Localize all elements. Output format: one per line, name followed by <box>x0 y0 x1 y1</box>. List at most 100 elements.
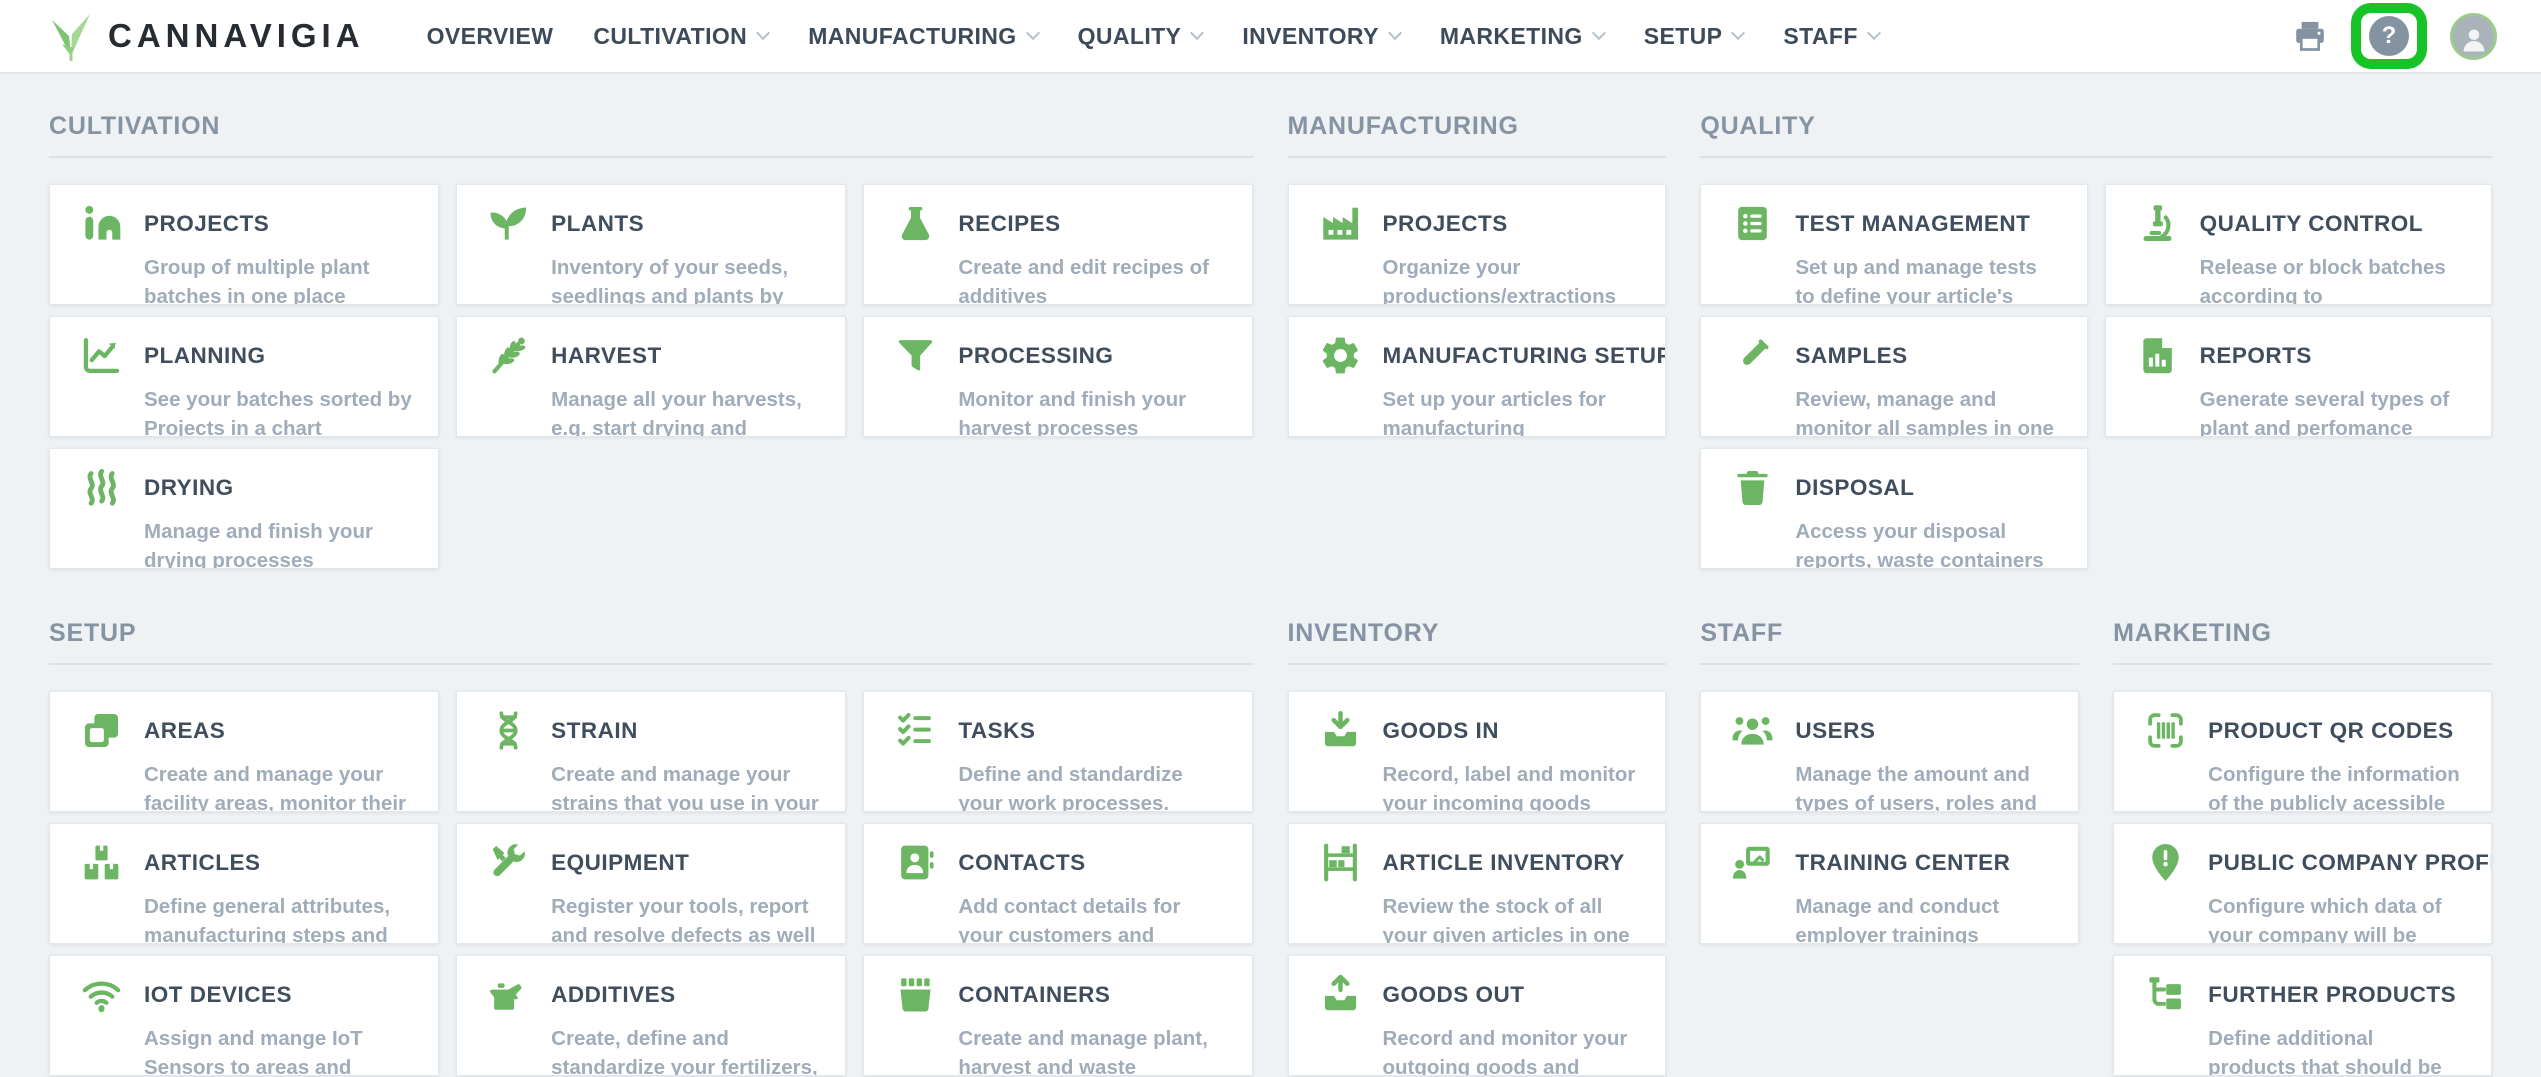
section-title: INVENTORY <box>1288 619 1667 665</box>
band-bottom: SETUP AREAS Create and manage your facil… <box>49 619 2492 1076</box>
card-product-qr-codes[interactable]: PRODUCT QR CODES Configure the informati… <box>2113 691 2492 812</box>
card-title: ARTICLES <box>144 850 261 876</box>
card-harvest[interactable]: HARVEST Manage all your harvests, e.g. s… <box>456 316 846 437</box>
card-public-company-profile[interactable]: PUBLIC COMPANY PROFILE Configure which d… <box>2113 823 2492 944</box>
map-marker-alert-icon <box>2144 841 2187 884</box>
section-cards: AREAS Create and manage your facility ar… <box>49 691 1254 1076</box>
help-icon[interactable]: ? <box>2369 16 2409 56</box>
card-description: Manage the amount and types of users, ro… <box>1795 760 2052 812</box>
card-title: HARVEST <box>551 343 662 369</box>
nav-staff[interactable]: STAFF <box>1783 23 1878 50</box>
card-areas[interactable]: AREAS Create and manage your facility ar… <box>49 691 439 812</box>
card-description: Create and manage your facility areas, m… <box>144 760 412 812</box>
oil-can-icon <box>487 973 530 1016</box>
dna-icon <box>487 709 530 752</box>
section-title: SETUP <box>49 619 1254 665</box>
card-further-products[interactable]: FURTHER PRODUCTS Define additional produ… <box>2113 955 2492 1076</box>
card-title: TEST MANAGEMENT <box>1795 211 2030 237</box>
card-manufacturing-projects[interactable]: PROJECTS Organize your productions/extra… <box>1288 184 1667 305</box>
boxes-icon <box>80 841 123 884</box>
section-cultivation: CULTIVATION PROJECTS Group of multiple p… <box>49 112 1254 569</box>
person-icon <box>2457 22 2491 56</box>
section-staff: STAFF USERS Manage the amount and types … <box>1700 619 2079 1076</box>
nav-marketing[interactable]: MARKETING <box>1440 23 1604 50</box>
microscope-icon <box>2136 202 2179 245</box>
nav-quality-label: QUALITY <box>1078 23 1182 50</box>
printer-icon[interactable] <box>2292 18 2328 54</box>
nav-marketing-label: MARKETING <box>1440 23 1583 50</box>
card-title: TRAINING CENTER <box>1795 850 2010 876</box>
card-description: Access your disposal reports, waste cont… <box>1795 517 2060 569</box>
navbar-actions: ? <box>2292 3 2497 69</box>
card-iot-devices[interactable]: IOT DEVICES Assign and mange IoT Sensors… <box>49 955 439 1076</box>
card-equipment[interactable]: EQUIPMENT Register your tools, report an… <box>456 823 846 944</box>
nav-manufacturing[interactable]: MANUFACTURING <box>808 23 1037 50</box>
card-description: Create, define and standardize your fert… <box>551 1024 819 1076</box>
section-marketing: MARKETING PRODUCT QR CODES Configure the… <box>2113 619 2492 1076</box>
card-training-center[interactable]: TRAINING CENTER Manage and conduct emplo… <box>1700 823 2079 944</box>
brand-wordmark: CANNAVIGIA <box>108 17 365 55</box>
section-title: STAFF <box>1700 619 2079 665</box>
card-test-management[interactable]: TEST MANAGEMENT Set up and manage tests … <box>1700 184 2087 305</box>
section-title: MANUFACTURING <box>1288 112 1667 158</box>
card-tasks[interactable]: TASKS Define and standardize your work p… <box>863 691 1253 812</box>
card-description: Create and manage your strains that you … <box>551 760 819 812</box>
card-description: Create and manage plant, harvest and was… <box>958 1024 1226 1076</box>
chevron-down-icon <box>1025 26 1039 40</box>
card-cultivation-projects[interactable]: PROJECTS Group of multiple plant batches… <box>49 184 439 305</box>
nav-inventory-label: INVENTORY <box>1242 23 1379 50</box>
card-plants[interactable]: PLANTS Inventory of your seeds, seedling… <box>456 184 846 305</box>
card-goods-in[interactable]: GOODS IN Record, label and monitor your … <box>1288 691 1667 812</box>
user-avatar-icon[interactable] <box>2450 13 2497 60</box>
chevron-down-icon <box>1388 26 1402 40</box>
section-setup: SETUP AREAS Create and manage your facil… <box>49 619 1254 1076</box>
card-description: Group of multiple plant batches in one p… <box>144 253 412 305</box>
card-samples[interactable]: SAMPLES Review, manage and monitor all s… <box>1700 316 2087 437</box>
card-additives[interactable]: ADDITIVES Create, define and standardize… <box>456 955 846 1076</box>
card-users[interactable]: USERS Manage the amount and types of use… <box>1700 691 2079 812</box>
nav-cultivation[interactable]: CULTIVATION <box>593 23 768 50</box>
card-strain[interactable]: STRAIN Create and manage your strains th… <box>456 691 846 812</box>
factory-icon <box>1319 202 1362 245</box>
card-description: Inventory of your seeds, seedlings and p… <box>551 253 819 305</box>
card-articles[interactable]: ARTICLES Define general attributes, manu… <box>49 823 439 944</box>
nav-staff-label: STAFF <box>1783 23 1857 50</box>
card-manufacturing-setup[interactable]: MANUFACTURING SETUP Set up your articles… <box>1288 316 1667 437</box>
card-description: Register your tools, report and resolve … <box>551 892 819 944</box>
card-title: AREAS <box>144 718 225 744</box>
card-planning[interactable]: PLANNING See your batches sorted by Proj… <box>49 316 439 437</box>
card-quality-control[interactable]: QUALITY CONTROL Release or block batches… <box>2105 184 2492 305</box>
section-cards: PROJECTS Group of multiple plant batches… <box>49 184 1254 569</box>
section-inventory: INVENTORY GOODS IN Record, label and mon… <box>1288 619 1667 1076</box>
card-disposal[interactable]: DISPOSAL Access your disposal reports, w… <box>1700 448 2087 569</box>
section-cards: PROJECTS Organize your productions/extra… <box>1288 184 1667 437</box>
card-description: Monitor and finish your harvest processe… <box>958 385 1226 437</box>
chevron-down-icon <box>1731 26 1745 40</box>
chevron-down-icon <box>1190 26 1204 40</box>
card-goods-out[interactable]: GOODS OUT Record and monitor your outgoi… <box>1288 955 1667 1076</box>
card-description: Record and monitor your outgoing goods a… <box>1383 1024 1640 1076</box>
nav-inventory[interactable]: INVENTORY <box>1242 23 1400 50</box>
nav-setup[interactable]: SETUP <box>1644 23 1744 50</box>
training-icon <box>1731 841 1774 884</box>
card-title: GOODS OUT <box>1383 982 1525 1008</box>
brand-logo[interactable]: CANNAVIGIA <box>48 10 365 62</box>
card-processing[interactable]: PROCESSING Monitor and finish your harve… <box>863 316 1253 437</box>
card-description: Configure which data of your company wil… <box>2208 892 2465 944</box>
card-containers[interactable]: CONTAINERS Create and manage plant, harv… <box>863 955 1253 1076</box>
section-cards: USERS Manage the amount and types of use… <box>1700 691 2079 944</box>
card-description: Review, manage and monitor all samples i… <box>1795 385 2060 437</box>
card-reports[interactable]: REPORTS Generate several types of plant … <box>2105 316 2492 437</box>
card-contacts[interactable]: CONTACTS Add contact details for your cu… <box>863 823 1253 944</box>
card-recipes[interactable]: RECIPES Create and edit recipes of addit… <box>863 184 1253 305</box>
card-description: Define and standardize your work process… <box>958 760 1226 812</box>
card-description: Assign and mange IoT Sensors to areas an… <box>144 1024 412 1076</box>
barcode-scan-icon <box>2144 709 2187 752</box>
card-article-inventory[interactable]: ARTICLE INVENTORY Review the stock of al… <box>1288 823 1667 944</box>
nav-quality[interactable]: QUALITY <box>1078 23 1203 50</box>
card-drying[interactable]: DRYING Manage and finish your drying pro… <box>49 448 439 569</box>
card-title: REPORTS <box>2200 343 2312 369</box>
card-title: PRODUCT QR CODES <box>2208 718 2454 744</box>
nav-overview[interactable]: OVERVIEW <box>427 23 554 50</box>
card-title: PUBLIC COMPANY PROFILE <box>2208 850 2492 876</box>
